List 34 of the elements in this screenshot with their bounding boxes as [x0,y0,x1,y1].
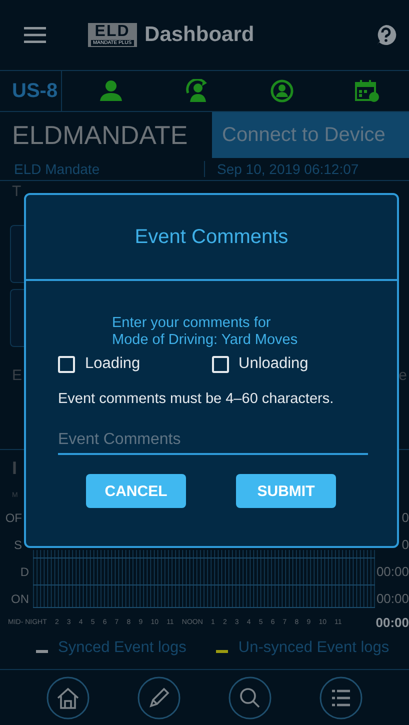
hours-total: 00:00 [376,591,409,606]
status-label: ON [11,592,30,606]
search-icon[interactable] [228,676,272,720]
date-time: Sep 10, 2019 06:12:07 [204,161,359,177]
checkbox-label: Unloading [238,355,308,373]
checkbox[interactable] [212,356,228,372]
status-label: D [20,564,30,578]
driver-name: ELD Mandate [13,161,101,177]
pencil-icon[interactable] [136,676,181,720]
legend-label: Synced Event logs [58,638,186,656]
dialog-button[interactable]: CANCEL [86,474,186,508]
dialog-button[interactable]: SUBMIT [236,474,336,508]
connect-button[interactable]: Connect to Device [212,112,409,158]
checkbox[interactable] [58,356,75,372]
home-icon[interactable] [46,676,90,720]
hint-text: Event comments must be 4–60 characters. [58,391,335,407]
status-label: OF [5,510,23,524]
help-icon[interactable] [375,24,397,46]
total-hours: 00:00 [374,614,409,630]
hours-total: 0 [402,510,409,525]
cycle-label: US-8 [0,71,62,111]
prompt-text: Enter your comments for Mode of Driving: Yard Moves [112,315,299,349]
checkbox-label: Loading [85,355,140,373]
hours-total: 00:00 [376,564,409,579]
hours-total: 0 [402,537,409,552]
status-label: S [14,538,23,552]
comment-input-field[interactable]: Event Comments [58,427,368,455]
screen-title: Dashboard [144,23,256,47]
list-icon[interactable] [319,676,364,720]
calendar-clock-icon[interactable] [354,79,380,103]
menu-icon[interactable] [24,27,46,43]
dialog-title: Event Comments [134,226,288,248]
company-name: ELDMANDATE [11,118,189,152]
legend-label: Un-synced Event logs [238,638,390,656]
